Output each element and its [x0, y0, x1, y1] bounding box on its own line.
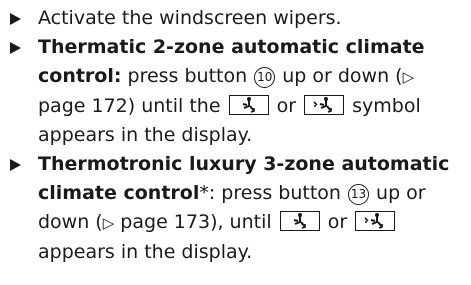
step-bullet-icon	[10, 159, 21, 171]
instruction-page: Activate the windscreen wipers. Thermati…	[0, 0, 471, 285]
airflow-windscreen-footwell-icon	[304, 95, 345, 115]
step-text: or	[270, 95, 303, 117]
step-text: appears in the display.	[38, 241, 253, 263]
page-reference: page 173), until	[114, 211, 278, 233]
airflow-footwell-icon	[228, 95, 269, 115]
step-text: up or down (	[276, 65, 403, 87]
step-heading-suffix: *:	[199, 182, 216, 204]
button-number-badge: 10	[254, 67, 276, 88]
step-text: or	[321, 211, 354, 233]
step-text: press button	[121, 65, 254, 87]
step-bullet-icon	[10, 42, 21, 54]
page-ref-arrow-icon: ▷	[402, 68, 415, 86]
page-ref-arrow-icon: ▷	[102, 214, 115, 232]
step-bullet-icon	[10, 13, 21, 25]
step-activate-wipers: Activate the windscreen wipers.	[6, 4, 465, 33]
airflow-footwell-icon	[279, 211, 320, 231]
step-text: Activate the windscreen wipers.	[38, 7, 342, 29]
step-text: press button	[215, 182, 347, 204]
button-number-badge: 13	[348, 184, 369, 205]
airflow-windscreen-footwell-icon	[355, 211, 396, 231]
page-reference: page 172) until the	[38, 95, 227, 117]
step-thermotronic: Thermotronic luxury 3-zone automatic cli…	[6, 150, 465, 267]
step-thermatic: Thermatic 2-zone automatic climate contr…	[6, 33, 465, 150]
